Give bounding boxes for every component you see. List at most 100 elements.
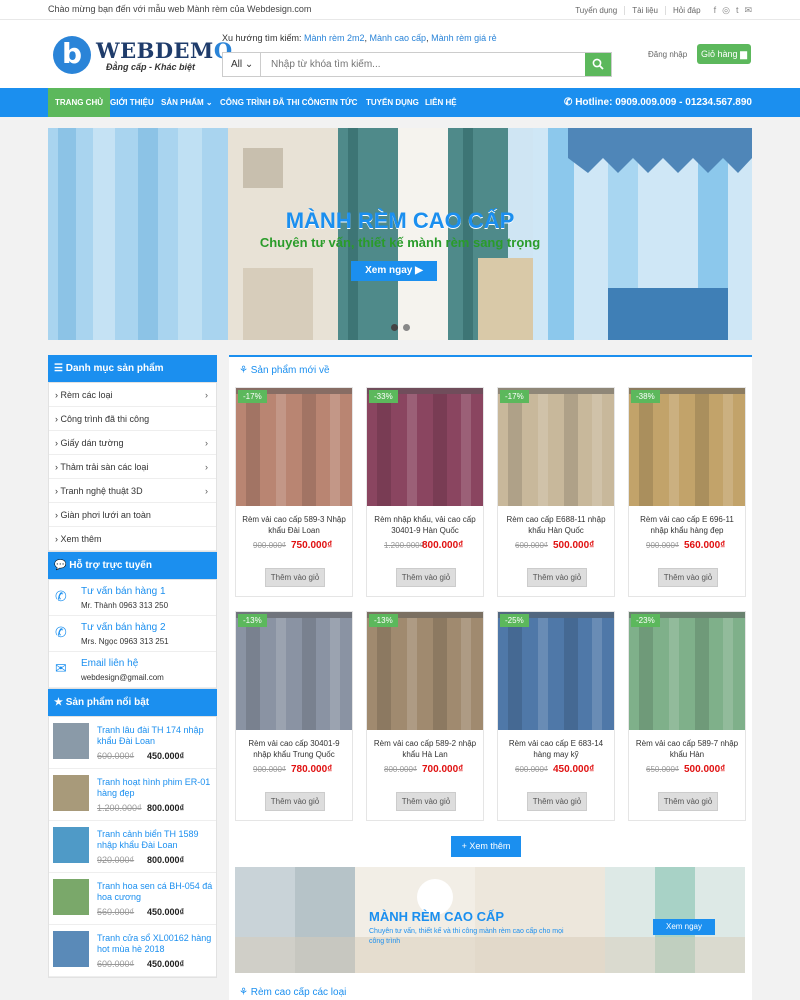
cart-button[interactable]: Giỏ hàng ▆ [697, 44, 751, 64]
product-name[interactable]: Rèm vải cao cấp 30401-9 nhập khẩu Trung … [240, 738, 348, 760]
category-item[interactable]: › Xem thêm [49, 527, 216, 551]
product-card[interactable]: -25% Rèm vải cao cấp E 683-14 hàng may kỹ… [497, 611, 615, 821]
facebook-icon[interactable]: f [714, 5, 717, 16]
featured-thumbnail[interactable] [53, 879, 89, 915]
featured-item[interactable]: Tranh cửa sổ XL00162 hàng hot mùa hè 201… [49, 925, 216, 977]
featured-item[interactable]: Tranh lâu đài TH 174 nhập khẩu Đài Loan 6… [49, 717, 216, 769]
add-to-cart-button[interactable]: Thêm vào giỏ [265, 568, 325, 587]
product-card[interactable]: -13% Rèm vải cao cấp 30401-9 nhập khẩu Tr… [235, 611, 353, 821]
category-item[interactable]: › Thảm trải sàn các loại › [49, 455, 216, 479]
product-image[interactable] [498, 388, 614, 506]
add-to-cart-button[interactable]: Thêm vào giỏ [527, 792, 587, 811]
featured-thumbnail[interactable] [53, 931, 89, 967]
hero-banner[interactable]: MÀNH RÈM CAO CẤP Chuyên tư vấn, thiết kế… [48, 128, 752, 340]
featured-new-price: 450.000₫ [147, 751, 185, 761]
email-icon[interactable]: ✉ [744, 5, 752, 16]
product-image[interactable] [367, 612, 483, 730]
product-name[interactable]: Rèm nhập khẩu, vải cao cấp 30401-9 Hàn Q… [371, 514, 479, 536]
logo-text[interactable]: WEBDEMO [96, 38, 233, 63]
nav-contact[interactable]: Liên hệ [425, 88, 457, 117]
welcome-text: Chào mừng bạn đến với mẫu web Mành rèm c… [48, 4, 312, 14]
featured-name[interactable]: Tranh hoạt hình phim ER-01 hàng đẹp [97, 777, 213, 799]
featured-thumbnail[interactable] [53, 723, 89, 759]
featured-new-price: 800.000₫ [147, 803, 185, 813]
menu-icon: ☰ [54, 363, 63, 374]
category-item[interactable]: › Công trình đã thi công [49, 407, 216, 431]
promo-cta-button[interactable]: Xem ngay [653, 919, 715, 935]
slider-dot[interactable] [391, 324, 398, 331]
link-recruitment[interactable]: Tuyển dụng [568, 6, 624, 15]
chevron-right-icon: › [205, 462, 208, 472]
trend-link[interactable]: Mành rèm giá rẻ [431, 33, 497, 43]
product-name[interactable]: Rèm vải cao cấp 589-7 nhập khẩu Hàn [633, 738, 741, 760]
add-to-cart-button[interactable]: Thêm vào giỏ [658, 792, 718, 811]
nav-news[interactable]: Tin tức [325, 88, 357, 117]
twitter-icon[interactable]: t [736, 5, 739, 16]
product-name[interactable]: Rèm vải cao cấp E 696-11 nhập khẩu hàng … [633, 514, 741, 536]
nav-about[interactable]: Giới thiệu [110, 88, 154, 117]
slider-dot[interactable] [403, 324, 410, 331]
product-card[interactable]: -13% Rèm vải cao cấp 589-2 nhập khẩu Hà L… [366, 611, 484, 821]
nav-products[interactable]: Sản phẩm ⌄ [161, 88, 213, 117]
search-input[interactable] [263, 53, 583, 76]
chevron-right-icon: › [55, 486, 58, 496]
add-to-cart-button[interactable]: Thêm vào giỏ [658, 568, 718, 587]
add-to-cart-button[interactable]: Thêm vào giỏ [396, 792, 456, 811]
add-to-cart-button[interactable]: Thêm vào giỏ [265, 792, 325, 811]
featured-name[interactable]: Tranh cảnh biển TH 1589 nhập khẩu Đài Lo… [97, 829, 213, 851]
promo-subtitle: Chuyên tư vấn, thiết kế và thi công mành… [369, 928, 564, 945]
product-card[interactable]: -23% Rèm vải cao cấp 589-7 nhập khẩu Hàn 6… [628, 611, 746, 821]
product-image[interactable] [236, 612, 352, 730]
product-card[interactable]: -17% Rèm vải cao cấp 589-3 Nhập khẩu Đài … [235, 387, 353, 597]
product-name[interactable]: Rèm vải cao cấp 589-3 Nhập khẩu Đài Loan [240, 514, 348, 536]
category-item[interactable]: › Giàn phơi lưới an toàn [49, 503, 216, 527]
link-documents[interactable]: Tài liệu [624, 6, 665, 15]
product-card[interactable]: -33% Rèm nhập khẩu, vải cao cấp 30401-9 H… [366, 387, 484, 597]
link-faq[interactable]: Hỏi đáp [664, 6, 708, 15]
category-list: › Rèm các loại › › Công trình đã thi công ›… [48, 382, 217, 552]
featured-item[interactable]: Tranh hoạt hình phim ER-01 hàng đẹp 1.200… [49, 769, 216, 821]
support-item[interactable]: ✆ Tư vấn bán hàng 1 Mr. Thành 0963 313 250 [49, 580, 216, 616]
category-item[interactable]: › Rèm các loại › [49, 383, 216, 407]
featured-name[interactable]: Tranh hoa sen cá BH-054 đá hoa cương [97, 881, 213, 903]
nav-home[interactable]: Trang chủ [48, 88, 110, 117]
add-to-cart-button[interactable]: Thêm vào giỏ [396, 568, 456, 587]
search-category-select[interactable]: All ⌄ [223, 53, 261, 76]
featured-name[interactable]: Tranh cửa sổ XL00162 hàng hot mùa hè 201… [97, 933, 213, 955]
category-item[interactable]: › Giấy dán tường › [49, 431, 216, 455]
featured-name[interactable]: Tranh lâu đài TH 174 nhập khẩu Đài Loan [97, 725, 213, 747]
product-image[interactable] [629, 612, 745, 730]
featured-item[interactable]: Tranh cảnh biển TH 1589 nhập khẩu Đài Lo… [49, 821, 216, 873]
product-name[interactable]: Rèm vải cao cấp E 683-14 hàng may kỹ [502, 738, 610, 760]
product-image[interactable] [367, 388, 483, 506]
search-button[interactable] [585, 53, 611, 76]
product-name[interactable]: Rèm vải cao cấp 589-2 nhập khẩu Hà Lan [371, 738, 479, 760]
see-more-button[interactable]: + Xem thêm [451, 836, 521, 857]
product-image[interactable] [236, 388, 352, 506]
nav-projects[interactable]: Công trình đã thi công [220, 88, 326, 117]
featured-thumbnail[interactable] [53, 827, 89, 863]
support-item[interactable]: ✉ Email liên hệ webdesign@gmail.com [49, 652, 216, 688]
category-item[interactable]: › Tranh nghệ thuật 3D › [49, 479, 216, 503]
promo-banner[interactable]: MÀNH RÈM CAO CẤP Chuyên tư vấn, thiết kế… [235, 867, 745, 973]
product-image[interactable] [498, 612, 614, 730]
trend-link[interactable]: Mành cao cấp [370, 33, 427, 43]
nav-recruitment[interactable]: Tuyển dụng [366, 88, 419, 117]
logo-icon[interactable]: b [53, 36, 91, 74]
product-old-price: 900.000₫ [646, 541, 680, 550]
product-name[interactable]: Rèm cao cấp E688-11 nhập khẩu Hàn Quốc [502, 514, 610, 536]
trend-link[interactable]: Mành rèm 2m2 [304, 33, 365, 43]
discount-badge: -17% [238, 390, 267, 403]
instagram-icon[interactable]: ◎ [722, 5, 730, 16]
product-card[interactable]: -17% Rèm cao cấp E688-11 nhập khẩu Hàn Qu… [497, 387, 615, 597]
support-item[interactable]: ✆ Tư vấn bán hàng 2 Mrs. Ngọc 0963 313 251 [49, 616, 216, 652]
new-products-title: ⚘ Sản phẩm mới về [239, 365, 330, 376]
product-image[interactable] [629, 388, 745, 506]
banner-cta-button[interactable]: Xem ngay ▶ [351, 261, 437, 281]
product-card[interactable]: -38% Rèm vải cao cấp E 696-11 nhập khẩu h… [628, 387, 746, 597]
login-link[interactable]: Đăng nhập [648, 50, 687, 59]
search-icon [592, 58, 604, 70]
add-to-cart-button[interactable]: Thêm vào giỏ [527, 568, 587, 587]
featured-thumbnail[interactable] [53, 775, 89, 811]
featured-item[interactable]: Tranh hoa sen cá BH-054 đá hoa cương 560.… [49, 873, 216, 925]
